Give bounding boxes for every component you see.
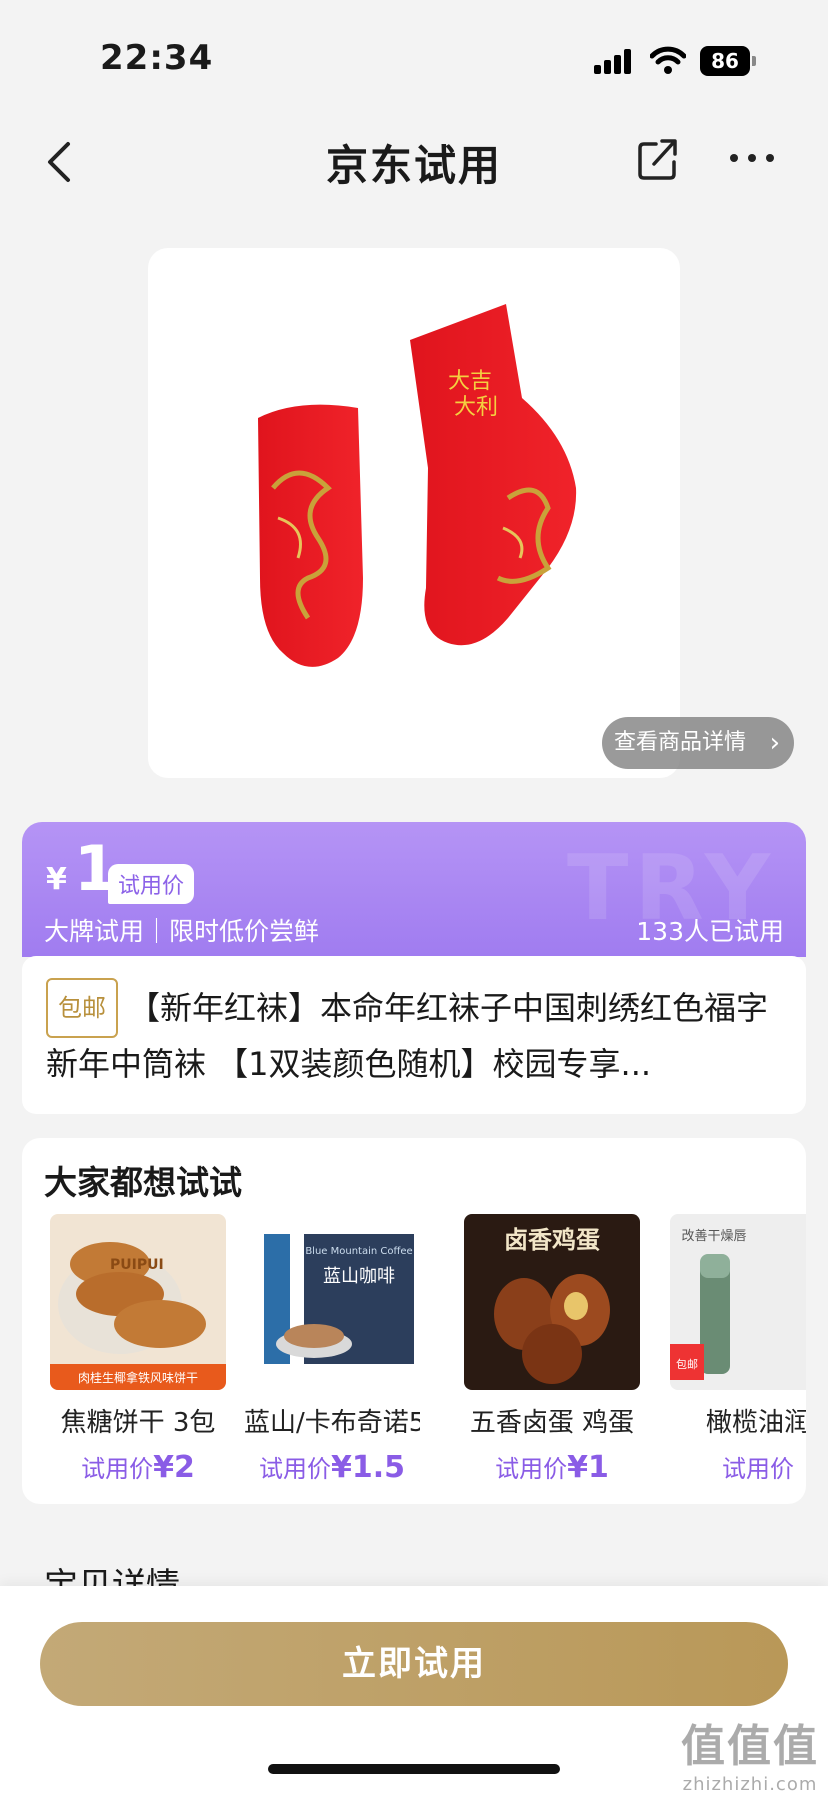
wifi-icon: [650, 46, 686, 74]
status-time: 22:34: [100, 38, 214, 78]
recommend-item[interactable]: 改善干燥唇 包邮 橄榄油润 试用价: [670, 1214, 806, 1485]
product-title-card: 包邮 【新年红袜】本命年红袜子中国刺绣红色福字新年中筒袜 【1双装颜色随机】校园专…: [22, 956, 806, 1114]
trial-price-tag: 试用价: [108, 864, 195, 904]
recommend-item-price: 试用价¥2: [81, 1450, 195, 1485]
product-title: 包邮 【新年红袜】本命年红袜子中国刺绣红色福字新年中筒袜 【1双装颜色随机】校园专…: [46, 978, 782, 1090]
free-shipping-badge: 包邮: [46, 978, 118, 1038]
svg-text:大吉: 大吉: [448, 369, 492, 394]
recommend-item-name: 蓝山/卡布奇诺5: [244, 1408, 420, 1438]
svg-text:蓝山咖啡: 蓝山咖啡: [323, 1266, 395, 1287]
recommend-item-image: PUIPUI 肉桂生椰拿铁风味饼干: [50, 1214, 226, 1390]
view-details-button[interactable]: 查看商品详情 ›: [602, 717, 794, 769]
recommend-item-price: 试用价¥1.5: [258, 1450, 406, 1485]
watermark-url: zhizhizhi.com: [682, 1774, 818, 1795]
recommend-item[interactable]: Blue Mountain Coffee 蓝山咖啡 蓝山/卡布奇诺5 试用价¥1…: [244, 1214, 420, 1485]
svg-text:大利: 大利: [454, 395, 498, 420]
recommend-item[interactable]: PUIPUI 肉桂生椰拿铁风味饼干 焦糖饼干 3包 试用价¥2: [50, 1214, 226, 1485]
chevron-right-icon: ›: [769, 728, 780, 758]
recommend-heading: 大家都想试试: [44, 1163, 242, 1202]
recommend-item-name: 焦糖饼干 3包: [60, 1408, 216, 1438]
share-icon[interactable]: [636, 136, 680, 182]
page-title: 京东试用: [325, 141, 502, 190]
svg-text:包邮: 包邮: [676, 1358, 698, 1371]
watermark-logo: 值值值: [681, 1721, 819, 1772]
more-icon[interactable]: [728, 148, 776, 168]
recommend-item-image: 卤香鸡蛋: [464, 1214, 640, 1390]
price-currency: ¥: [46, 862, 67, 897]
product-image[interactable]: 大吉 大利: [148, 248, 680, 778]
svg-text:Blue Mountain Coffee: Blue Mountain Coffee: [305, 1246, 412, 1257]
price-subtitle: 大牌试用｜限时低价尝鲜: [44, 917, 320, 946]
recommend-item-price: 试用价: [722, 1455, 794, 1483]
cellular-signal-icon: [594, 48, 634, 74]
svg-text:肉桂生椰拿铁风味饼干: 肉桂生椰拿铁风味饼干: [78, 1370, 198, 1385]
recommend-item[interactable]: 卤香鸡蛋 五香卤蛋 鸡蛋 试用价¥1: [464, 1214, 640, 1485]
red-socks-illustration: 大吉 大利: [258, 304, 577, 667]
try-now-button[interactable]: 立即试用: [40, 1622, 788, 1706]
recommend-item-name: 五香卤蛋 鸡蛋: [469, 1408, 635, 1438]
svg-text:PUIPUI: PUIPUI: [110, 1257, 164, 1273]
tried-count: 133人已试用: [636, 917, 784, 946]
status-bar: 22:34 86: [0, 0, 828, 120]
price-banner: TRY ¥ 1 试用价 大牌试用｜限时低价尝鲜 133人已试用: [22, 822, 806, 957]
recommend-item-image: 改善干燥唇 包邮: [670, 1214, 806, 1390]
battery-icon: 86: [700, 46, 756, 76]
recommend-section: 大家都想试试 PUIPUI 肉桂生椰拿铁风味饼干 焦糖饼干 3包 试用价¥2 B…: [22, 1138, 806, 1504]
svg-text:改善干燥唇: 改善干燥唇: [681, 1228, 746, 1244]
svg-text:卤香鸡蛋: 卤香鸡蛋: [504, 1226, 600, 1254]
nav-bar: 京东试用: [0, 120, 828, 200]
product-title-text: 【新年红袜】本命年红袜子中国刺绣红色福字新年中筒袜 【1双装颜色随机】校园专享.…: [46, 989, 769, 1083]
site-watermark: 值值值 zhizhizhi.com: [676, 1710, 824, 1795]
recommend-item-image: Blue Mountain Coffee 蓝山咖啡: [244, 1214, 420, 1390]
recommend-item-name: 橄榄油润: [705, 1408, 806, 1438]
view-details-label: 查看商品详情: [614, 730, 747, 755]
battery-level: 86: [700, 46, 750, 76]
home-indicator: [268, 1764, 560, 1774]
recommend-list[interactable]: PUIPUI 肉桂生椰拿铁风味饼干 焦糖饼干 3包 试用价¥2 Blue Mou…: [50, 1214, 806, 1494]
recommend-item-price: 试用价¥1: [495, 1450, 609, 1485]
